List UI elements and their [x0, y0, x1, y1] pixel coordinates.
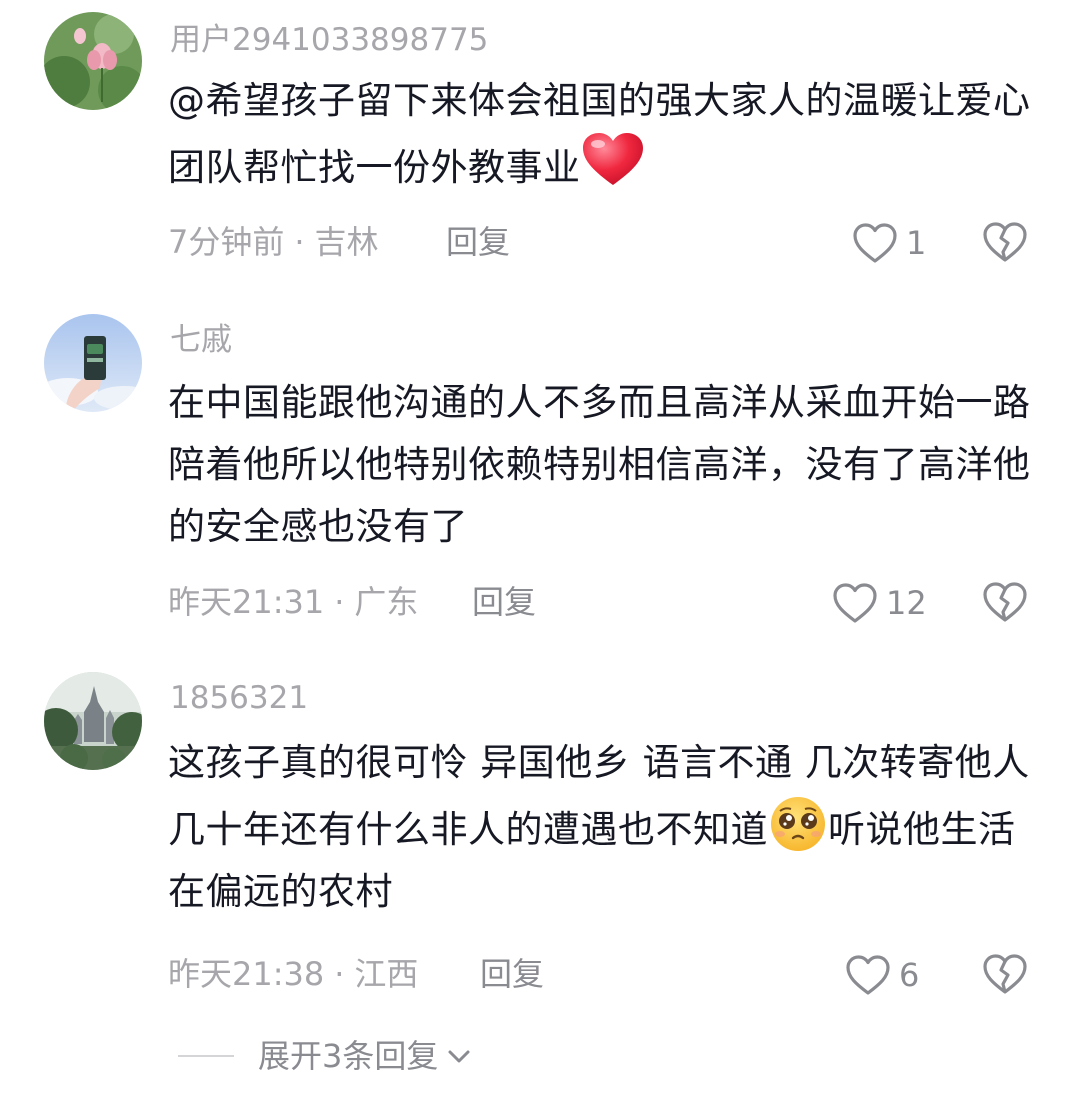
heart-outline-icon — [846, 955, 890, 995]
username[interactable]: 1856321 — [170, 678, 308, 718]
comment-meta: 7分钟前 · 吉林 — [168, 220, 379, 264]
like-count: 12 — [886, 584, 927, 622]
dislike-button[interactable] — [982, 580, 1028, 624]
comment-text: 这孩子真的很可怜 异国他乡 语言不通 几次转寄他人 几十年还有什么非人的遭遇也不… — [168, 732, 1038, 923]
dislike-button[interactable] — [982, 220, 1028, 264]
comment-location: 吉林 — [314, 223, 379, 261]
divider-line — [178, 1055, 234, 1057]
chevron-down-icon — [448, 1050, 470, 1063]
username[interactable]: 用户2941033898775 — [170, 20, 488, 60]
reply-button[interactable]: 回复 — [480, 952, 544, 996]
expand-replies-label: 展开3条回复 — [258, 1037, 439, 1075]
like-count: 6 — [899, 956, 920, 994]
comment-text: @希望孩子留下来体会祖国的强大家人的温暖让爱心团队帮忙找一份外教事业 — [168, 70, 1038, 199]
avatar[interactable] — [44, 12, 142, 110]
pleading-face-icon — [768, 794, 828, 854]
meta-separator: · — [334, 955, 345, 993]
like-count: 1 — [906, 224, 927, 262]
meta-separator: · — [294, 223, 305, 261]
heart-outline-icon — [853, 223, 897, 263]
comment-text: 在中国能跟他沟通的人不多而且高洋从采血开始一路陪着他所以他特别依赖特别相信高洋，… — [168, 381, 1031, 548]
comment-location: 广东 — [354, 583, 419, 621]
broken-heart-icon — [983, 954, 1027, 994]
like-button[interactable]: 1 — [852, 218, 926, 268]
comment-time: 昨天21:31 — [168, 583, 325, 621]
lotus-photo-icon — [44, 12, 142, 110]
comment-time: 7分钟前 — [168, 223, 285, 261]
drink-photo-icon — [44, 314, 142, 412]
expand-replies-button[interactable]: 展开3条回复 — [178, 1034, 474, 1078]
comment-location: 江西 — [354, 955, 419, 993]
broken-heart-icon — [983, 582, 1027, 622]
meta-separator: · — [334, 583, 345, 621]
like-button[interactable]: 12 — [832, 578, 927, 628]
broken-heart-icon — [983, 222, 1027, 262]
castle-photo-icon — [44, 672, 142, 770]
red-heart-icon — [581, 132, 645, 188]
reply-button[interactable]: 回复 — [472, 580, 536, 624]
avatar[interactable] — [44, 314, 142, 412]
like-button[interactable]: 6 — [845, 950, 919, 1000]
reply-button[interactable]: 回复 — [446, 220, 510, 264]
comment-meta: 昨天21:38 · 江西 — [168, 952, 418, 996]
heart-outline-icon — [833, 583, 877, 623]
dislike-button[interactable] — [982, 952, 1028, 996]
avatar[interactable] — [44, 672, 142, 770]
username[interactable]: 七戚 — [170, 320, 232, 360]
comment-meta: 昨天21:31 · 广东 — [168, 580, 418, 624]
comment-time: 昨天21:38 — [168, 955, 325, 993]
